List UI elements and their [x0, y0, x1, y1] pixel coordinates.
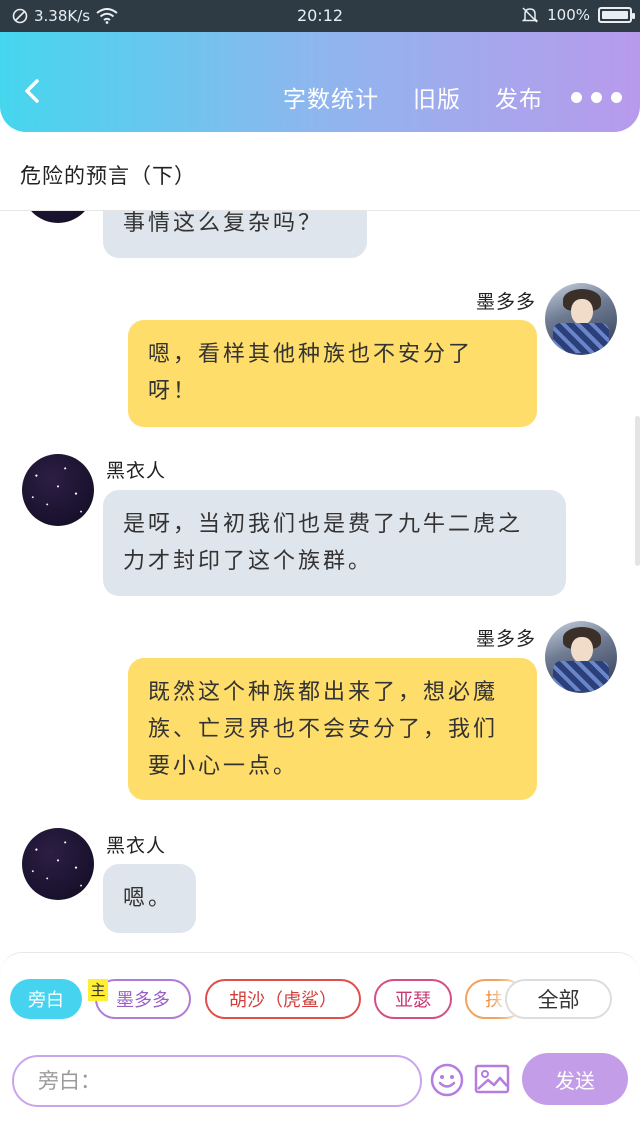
character-chip-narrator[interactable]: 旁白	[10, 979, 82, 1019]
sender-name: 墨多多	[475, 628, 536, 650]
message-bubble[interactable]: 嗯，看样其他种族也不安分了呀！	[128, 320, 537, 427]
show-all-characters-button[interactable]: 全部	[505, 979, 612, 1019]
sender-name: 黑衣人	[106, 835, 167, 857]
back-button[interactable]	[18, 76, 48, 106]
battery-icon	[598, 7, 635, 23]
character-bar: 旁白 墨多多 主 胡沙（虎鲨） 亚瑟 扶 全部 发送	[0, 952, 640, 1138]
message-bubble[interactable]: 事情这么复杂吗？	[103, 211, 367, 258]
battery-fill	[602, 11, 628, 19]
message-bubble[interactable]: 是呀，当初我们也是费了九牛二虎之力才封印了这个族群。	[103, 490, 566, 596]
mute-bell-icon	[521, 7, 539, 23]
avatar-black-robed-man[interactable]	[22, 211, 94, 223]
publish-button[interactable]: 发布	[495, 80, 543, 114]
sender-name: 墨多多	[475, 291, 536, 313]
header-actions: 字数统计 旧版 发布	[249, 80, 622, 114]
more-dots-icon[interactable]	[571, 91, 622, 103]
smiley-icon[interactable]	[430, 1063, 464, 1097]
avatar-mo-duoduo[interactable]	[545, 621, 617, 693]
send-button[interactable]: 发送	[522, 1053, 628, 1105]
avatar-black-robed-man[interactable]	[22, 454, 94, 526]
host-badge: 主	[88, 979, 108, 1001]
character-chip-arthur[interactable]: 亚瑟	[374, 979, 452, 1019]
message-input[interactable]	[12, 1055, 422, 1107]
avatar-mo-duoduo[interactable]	[545, 283, 617, 355]
old-version-button[interactable]: 旧版	[413, 80, 461, 114]
chat-area[interactable]: 事情这么复杂吗？ 墨多多 嗯，看样其他种族也不安分了呀！ 黑衣人 是呀，当初我们…	[0, 211, 640, 951]
chapter-title[interactable]: 危险的预言（下）	[20, 160, 196, 190]
sender-name: 黑衣人	[106, 460, 167, 482]
character-chip-hu-sha[interactable]: 胡沙（虎鲨）	[205, 979, 361, 1019]
app-header: 字数统计 旧版 发布	[0, 32, 640, 132]
composer: 发送	[0, 1051, 640, 1111]
battery-percent: 100%	[547, 6, 590, 24]
avatar-black-robed-man[interactable]	[22, 828, 94, 900]
word-count-button[interactable]: 字数统计	[283, 80, 379, 114]
image-icon[interactable]	[474, 1063, 510, 1095]
scrollbar[interactable]	[635, 416, 640, 566]
message-bubble[interactable]: 既然这个种族都出来了，想必魔族、亡灵界也不会安分了，我们要小心一点。	[128, 658, 537, 800]
character-chip-mo-duoduo[interactable]: 墨多多	[95, 979, 191, 1019]
status-right: 100%	[521, 6, 635, 24]
status-bar: 3.38K/s 20:12 100%	[0, 0, 640, 32]
message-bubble[interactable]: 嗯。	[103, 864, 196, 933]
